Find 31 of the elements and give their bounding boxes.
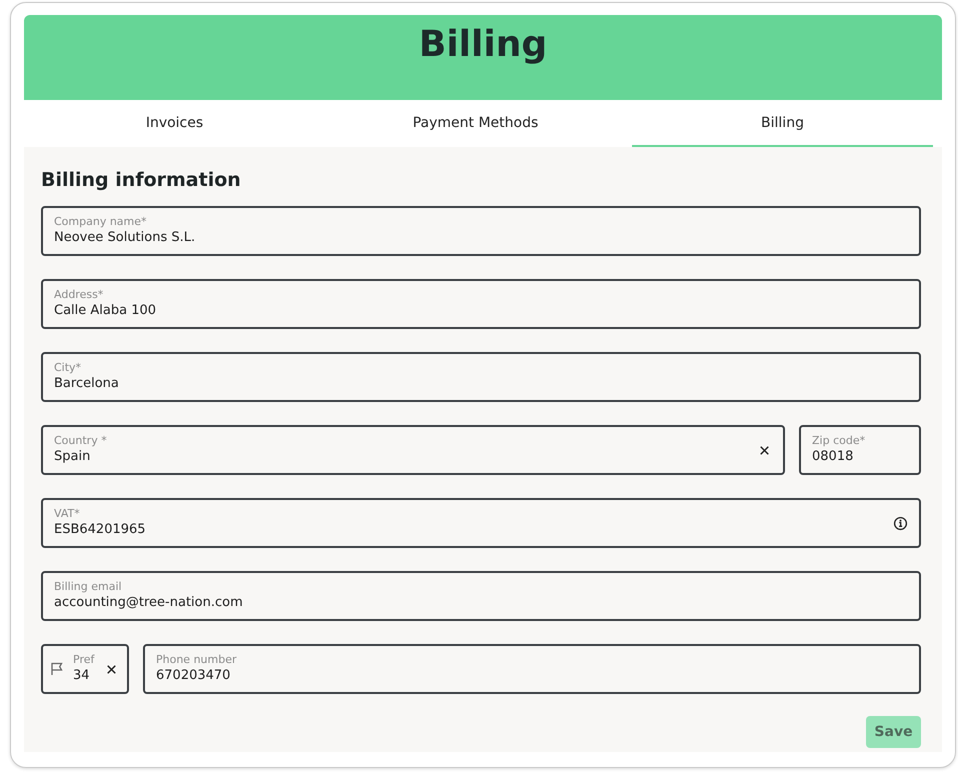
field-value: accounting@tree-nation.com: [54, 594, 243, 612]
field-value: Neovee Solutions S.L.: [54, 229, 196, 247]
field-value: 670203470: [156, 667, 230, 685]
input-field[interactable]: Address* Calle Alaba 100: [41, 279, 921, 329]
section-title: Billing information: [41, 169, 242, 191]
field-value: ESB64201965: [54, 521, 146, 539]
input-field[interactable]: Zip code* 08018: [799, 425, 921, 475]
field-label: Company name*: [54, 215, 147, 229]
input-field[interactable]: Company name* Neovee Solutions S.L.: [41, 206, 921, 256]
flag-icon: [49, 661, 65, 677]
input-field[interactable]: VAT* ESB64201965: [41, 498, 921, 548]
field-label: VAT*: [54, 507, 80, 521]
input-field[interactable]: Country * Spain: [41, 425, 785, 475]
field-label: City*: [54, 361, 82, 375]
field-value: 08018: [812, 448, 854, 466]
field-label: Address*: [54, 288, 104, 302]
input-field[interactable]: Pref 34: [41, 644, 129, 694]
info-icon: [893, 516, 908, 530]
page-title: Billing: [418, 23, 548, 67]
field-value: Spain: [54, 448, 90, 466]
field-value: Calle Alaba 100: [54, 302, 156, 320]
input-field[interactable]: City* Barcelona: [41, 352, 921, 402]
field-label: Phone number: [156, 653, 237, 667]
input-field[interactable]: Billing email accounting@tree-nation.com: [41, 571, 921, 621]
field-label: Country *: [54, 434, 107, 448]
field-label: Pref: [73, 653, 94, 667]
field-value: 34: [73, 667, 90, 685]
field-label: Zip code*: [812, 434, 866, 448]
input-field[interactable]: Phone number 670203470: [143, 644, 921, 694]
field-value: Barcelona: [54, 375, 119, 393]
field-label: Billing email: [54, 580, 122, 594]
